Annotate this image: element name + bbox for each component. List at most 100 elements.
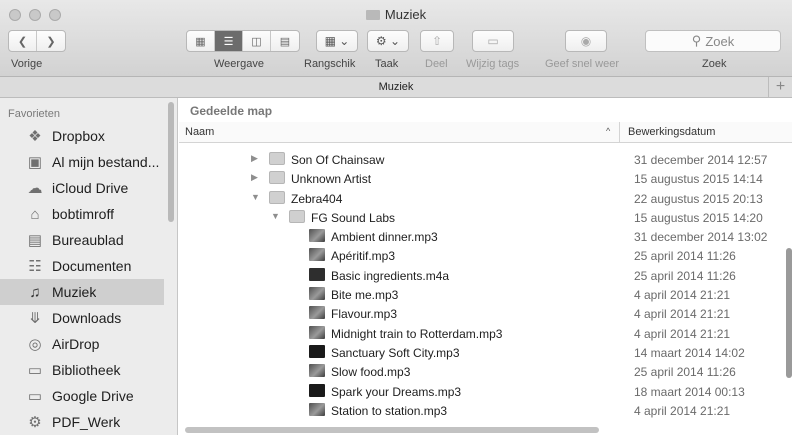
audio-file-icon (309, 402, 325, 416)
forward-button[interactable]: ❯ (37, 31, 65, 51)
audio-file-icon (309, 344, 325, 358)
disclosure-closed-icon[interactable]: ▶ (251, 172, 258, 183)
sidebar-item-home[interactable]: ⌂ bobtimroff (0, 201, 164, 227)
tag-icon: ▭ (487, 34, 499, 48)
grid-view-icon: ▦ (195, 35, 206, 48)
sidebar-scrollbar[interactable] (168, 102, 174, 222)
sidebar-item-desktop[interactable]: ▤ Bureaublad (0, 227, 164, 253)
disclosure-open-icon[interactable]: ▼ (271, 211, 280, 221)
music-note-icon: ♫ (29, 283, 41, 301)
quick-look-label: Geef snel weer (545, 58, 619, 70)
modified-date: 14 maart 2014 14:02 (634, 345, 745, 360)
table-row[interactable]: ▶ Son Of Chainsaw 31 december 2014 12:57 (179, 150, 792, 169)
sidebar-header: Favorieten (8, 108, 60, 120)
file-name: Station to station.mp3 (331, 403, 448, 418)
arrange-label: Rangschik (304, 58, 356, 70)
view-label: Weergave (214, 58, 264, 70)
horizontal-scrollbar[interactable] (185, 427, 599, 433)
disclosure-open-icon[interactable]: ▼ (251, 192, 260, 202)
sidebar-item-dropbox[interactable]: ❖ Dropbox (0, 123, 164, 149)
column-header-name[interactable]: Naam (185, 126, 214, 138)
cloud-icon: ☁ (27, 180, 43, 197)
column-divider[interactable] (619, 122, 620, 143)
table-row[interactable]: ▼ FG Sound Labs 15 augustus 2015 14:20 (179, 208, 792, 227)
audio-file-icon (309, 287, 325, 301)
folder-icon (269, 190, 285, 204)
back-button[interactable]: ❮ (9, 31, 37, 51)
audio-file-icon (309, 325, 325, 339)
table-row[interactable]: Flavour.mp3 4 april 2014 21:21 (179, 304, 792, 323)
list-view-button[interactable]: ☰ (215, 31, 243, 51)
home-icon: ⌂ (30, 205, 40, 223)
modified-date: 25 april 2014 11:26 (634, 249, 736, 264)
sidebar-item-icloud-drive[interactable]: ☁ iCloud Drive (0, 175, 164, 201)
modified-date: 31 december 2014 12:57 (634, 153, 768, 167)
sidebar-item-google-drive[interactable]: ▭ Google Drive (0, 383, 164, 409)
action-button[interactable]: ⚙ ⌄ (367, 30, 409, 52)
table-row[interactable]: ▶ Unknown Artist 15 augustus 2015 14:14 (179, 169, 792, 188)
audio-file-icon (309, 229, 325, 243)
window-title: Muziek (0, 7, 792, 22)
file-name: Sanctuary Soft City.mp3 (331, 345, 460, 360)
file-name: Unknown Artist (291, 172, 372, 187)
edit-tags-label: Wijzig tags (466, 58, 520, 70)
sidebar-item-downloads[interactable]: ⤋ Downloads (0, 305, 164, 331)
sidebar-item-library[interactable]: ▭ Bibliotheek (0, 357, 164, 383)
column-header-date[interactable]: Bewerkingsdatum (628, 126, 715, 138)
file-name: Spark your Dreams.mp3 (331, 384, 462, 399)
modified-date: 18 maart 2014 00:13 (634, 384, 745, 399)
file-name: Son Of Chainsaw (291, 153, 385, 167)
chevron-left-icon: ❮ (17, 35, 28, 48)
icon-view-button[interactable]: ▦ (187, 31, 215, 51)
airdrop-icon: ◎ (28, 336, 42, 353)
sidebar-item-pdf-werk[interactable]: ⚙ PDF_Werk (0, 409, 164, 435)
table-row[interactable]: Slow food.mp3 25 april 2014 11:26 (179, 362, 792, 381)
arrange-button[interactable]: ▦ ⌄ (316, 30, 358, 52)
sidebar-item-label: Downloads (52, 310, 122, 326)
table-row[interactable]: Station to station.mp3 4 april 2014 21:21 (179, 401, 792, 420)
new-tab-button[interactable]: + (768, 77, 792, 98)
table-row[interactable]: Midnight train to Rotterdam.mp3 4 april 2… (179, 324, 792, 343)
file-name: Ambient dinner.mp3 (331, 230, 438, 245)
folder-icon (365, 10, 380, 20)
search-icon: ⚲ (691, 33, 702, 48)
sidebar-item-label: Muziek (52, 284, 97, 300)
back-forward-control: ❮ ❯ (8, 30, 66, 52)
table-row[interactable]: Apéritif.mp3 25 april 2014 11:26 (179, 246, 792, 265)
sidebar-item-music[interactable]: ♫ Muziek (0, 279, 164, 305)
modified-date: 4 april 2014 21:21 (634, 307, 731, 322)
edit-tags-button[interactable]: ▭ (472, 30, 514, 52)
table-row[interactable]: Sanctuary Soft City.mp3 14 maart 2014 14:… (179, 343, 792, 362)
desktop-icon: ▤ (27, 232, 43, 249)
quick-look-button[interactable]: ◉ (565, 30, 607, 52)
share-button[interactable]: ⇧ (420, 30, 454, 52)
search-input[interactable]: ⚲ Zoek (645, 30, 781, 52)
plus-icon: + (775, 78, 786, 95)
folder-icon (289, 209, 305, 223)
download-icon: ⤋ (28, 310, 42, 327)
modified-date: 4 april 2014 21:21 (634, 326, 731, 341)
sidebar-item-all-files[interactable]: ▣ Al mijn bestand... (0, 149, 164, 175)
file-list: ▶ Son Of Chainsaw 31 december 2014 12:57 ▶ U… (179, 150, 792, 420)
column-view-button[interactable]: ◫ (243, 31, 271, 51)
sidebar-item-documents[interactable]: ☷ Documenten (0, 253, 164, 279)
vertical-scrollbar[interactable] (786, 248, 792, 378)
list-view-icon: ☰ (223, 35, 234, 48)
table-row[interactable]: Basic ingredients.m4a 25 april 2014 11:26 (179, 266, 792, 285)
section-title: Gedeelde map (190, 104, 273, 118)
sidebar-item-airdrop[interactable]: ◎ AirDrop (0, 331, 164, 357)
table-row[interactable]: Spark your Dreams.mp3 18 maart 2014 00:13 (179, 382, 792, 401)
gear-icon: ⚙ ⌄ (375, 34, 401, 48)
coverflow-view-button[interactable]: ▤ (271, 31, 299, 51)
modified-date: 22 augustus 2015 20:13 (634, 191, 763, 206)
modified-date: 31 december 2014 13:02 (634, 230, 768, 245)
table-row[interactable]: ▼ Zebra404 22 augustus 2015 20:13 (179, 189, 792, 208)
chevron-right-icon: ❯ (46, 35, 56, 48)
disclosure-closed-icon[interactable]: ▶ (251, 153, 258, 164)
table-row[interactable]: Ambient dinner.mp3 31 december 2014 13:02 (179, 227, 792, 246)
window-title-text: Muziek (384, 7, 427, 22)
toolbar: Muziek ❮ ❯ Vorige ▦ ☰ ◫ ▤ Weergave ▦ ⌄ R… (0, 0, 792, 77)
table-row[interactable]: Bite me.mp3 4 april 2014 21:21 (179, 285, 792, 304)
modified-date: 15 augustus 2015 14:14 (634, 172, 763, 187)
path-bar-label: Muziek (378, 81, 414, 93)
